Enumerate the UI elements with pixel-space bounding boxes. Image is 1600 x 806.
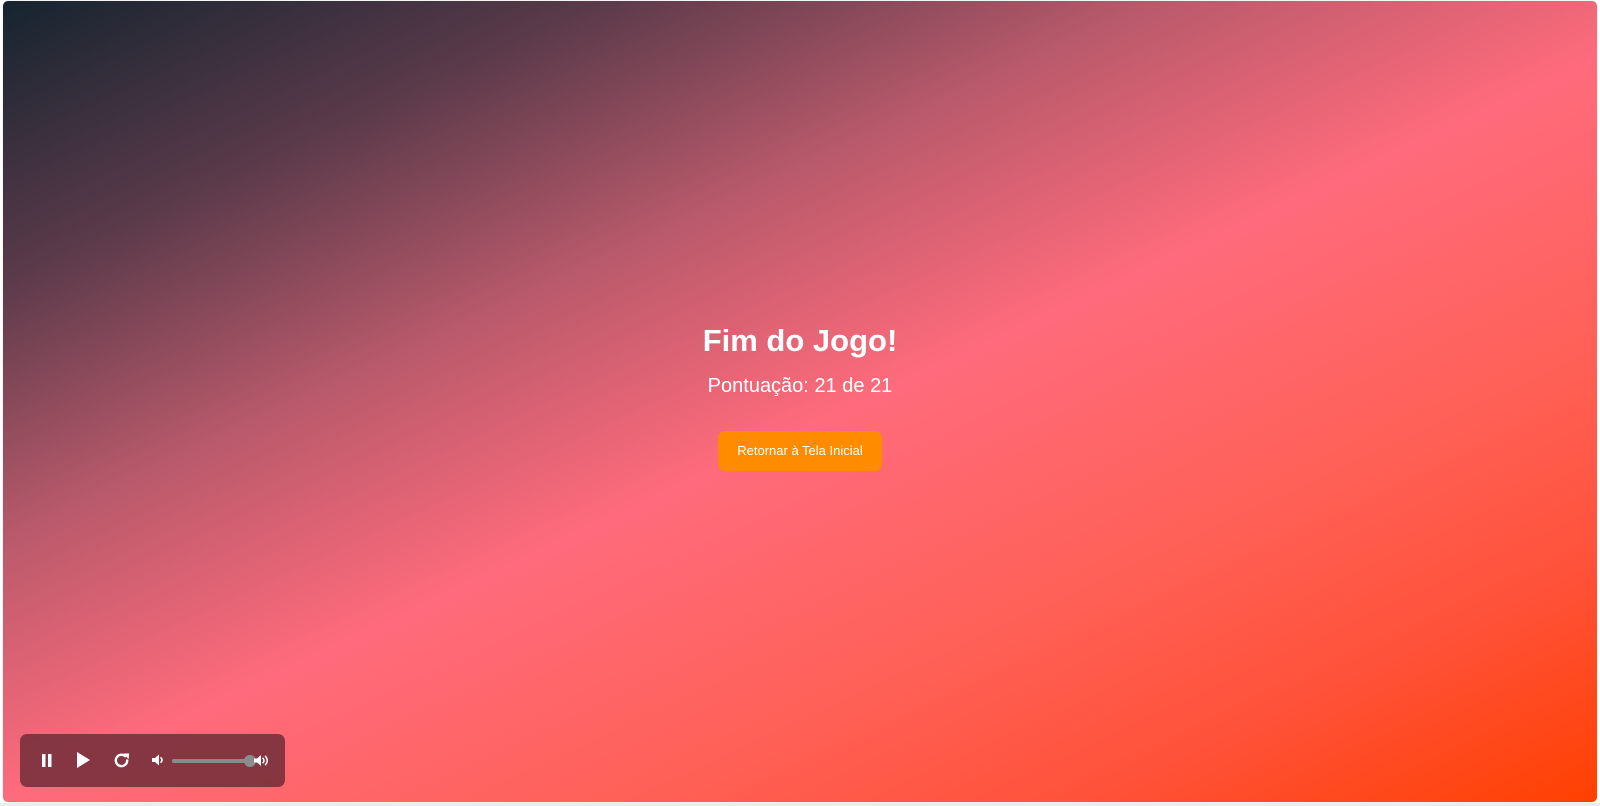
volume-slider-fill (172, 759, 250, 763)
play-button[interactable] (72, 749, 94, 771)
score-separator: de (842, 375, 865, 397)
score-line: Pontuação: 21 de 21 (3, 373, 1597, 399)
score-value: 21 (814, 375, 837, 397)
volume-low-icon (152, 754, 163, 766)
audio-player (20, 734, 285, 787)
play-icon (77, 752, 90, 768)
game-over-title: Fim do Jogo! (702, 323, 898, 358)
volume-up-button[interactable] (252, 749, 274, 771)
score-total: 21 (870, 375, 893, 397)
game-over-panel: Fim do Jogo! Pontuação: 21 de 21 Retorna… (3, 321, 1597, 471)
score-label: Pontuação: (707, 375, 809, 397)
restart-icon (114, 753, 129, 767)
restart-button[interactable] (110, 749, 132, 771)
volume-down-button[interactable] (148, 749, 170, 771)
pause-button[interactable] (36, 749, 58, 771)
volume-slider[interactable] (172, 755, 256, 767)
pause-icon (42, 753, 52, 767)
return-home-button[interactable]: Retornar à Tela Inicial (718, 431, 882, 471)
volume-high-icon (254, 754, 268, 766)
game-screen: Fim do Jogo! Pontuação: 21 de 21 Retorna… (3, 1, 1597, 802)
